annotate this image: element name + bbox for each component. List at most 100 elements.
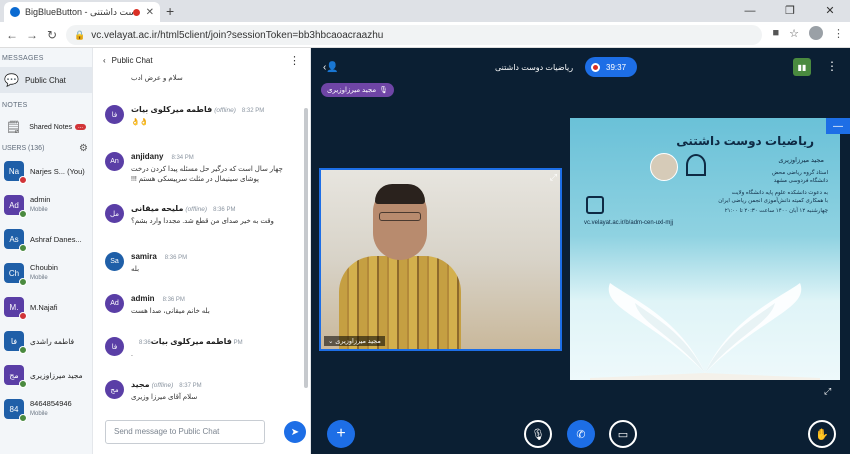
presenter-hair <box>375 184 425 204</box>
minimize-presentation-icon[interactable]: — <box>826 118 850 134</box>
user-list-item[interactable]: As Ashraf Danes... <box>0 222 92 256</box>
hide-chat-chevron-icon[interactable]: ‹ <box>103 56 106 65</box>
actions-plus-button[interactable]: + <box>327 420 355 448</box>
chat-options-icon[interactable]: ⋮ <box>289 54 300 67</box>
minimize-icon[interactable]: — <box>730 0 770 22</box>
reload-icon[interactable]: ↻ <box>42 28 62 42</box>
messages-title: MESSAGES <box>2 55 44 62</box>
browser-tabstrip: BigBlueButton - ریاضیات دوست داشتنی ✕ + … <box>0 0 850 22</box>
user-status-icon <box>19 244 27 252</box>
user-status-icon <box>19 210 27 218</box>
message-avatar: مج <box>105 380 124 399</box>
raise-hand-button[interactable]: ✋ <box>808 420 836 448</box>
message-text: وقت به خیر صدای من قطع شد. مجددا وارد بش… <box>131 218 274 225</box>
url-text: vc.velayat.ac.ir/html5client/join?sessio… <box>91 29 384 41</box>
chat-scrollbar[interactable] <box>304 108 308 388</box>
message-text: سلام آقای میرزا وزیری <box>131 394 198 401</box>
message-time: 8:32 PM <box>241 108 265 114</box>
user-list-item[interactable]: 84 8464854946 Mobile <box>0 392 92 426</box>
browser-tab[interactable]: BigBlueButton - ریاضیات دوست داشتنی ✕ <box>4 2 160 22</box>
forward-icon[interactable]: → <box>22 28 42 42</box>
user-list-item[interactable]: M. M.Najafi <box>0 290 92 324</box>
connection-status-icon[interactable]: ▮▮ <box>793 58 811 76</box>
bbb-app: MESSAGES 💬 Public Chat NOTES 🗒 Shared No… <box>0 48 850 454</box>
notes-unread-badge: ... <box>75 124 87 130</box>
mute-button[interactable]: 🎙 <box>524 420 552 448</box>
message-header: ملیحه میقانی (offline) 8:36 PM <box>131 204 235 213</box>
leave-audio-button[interactable]: ✆ <box>567 420 595 448</box>
users-title: USERS (136) <box>2 145 45 152</box>
user-list-item[interactable]: مج مجید میرزاوزیری <box>0 358 92 392</box>
recording-dot-icon <box>132 8 140 16</box>
user-list-item[interactable]: Ad admin Mobile <box>0 188 92 222</box>
message-header: admin 8:36 PM <box>131 294 185 303</box>
share-webcam-button[interactable]: ▭ <box>609 420 637 448</box>
message-header: فاطمه میرکلوی بیات (offline) 8:32 PM <box>131 105 264 114</box>
speaker-photo <box>650 153 678 181</box>
chat-header: ‹ Public Chat ⋮ <box>93 48 310 72</box>
shared-notes-item[interactable]: 🗒 Shared Notes ... <box>0 109 92 141</box>
slide-line-3: به دعوت دانشکده علوم پایه دانشگاه ولایت <box>731 190 828 196</box>
browser-toolbar: ← → ↻ 🔒 vc.velayat.ac.ir/html5client/joi… <box>0 22 850 48</box>
message-sender: فاطمه میرکلوی بیات <box>150 337 232 346</box>
chat-messages: سلام و عرض ادب فا فاطمه میرکلوی بیات (offli… <box>93 72 311 420</box>
tab-title: BigBlueButton - ریاضیات دوست داشتنی <box>25 6 133 17</box>
public-chat-label: Public Chat <box>24 75 66 85</box>
close-tab-icon[interactable]: ✕ <box>146 7 154 18</box>
user-list-item[interactable]: Na Narjes S... (You) <box>0 154 92 188</box>
message-time: 8:34 PM <box>171 155 194 161</box>
user-status-icon <box>19 346 27 354</box>
toggle-userlist-icon[interactable]: ‹👤 <box>323 62 339 73</box>
velayat-logo-icon <box>586 196 604 214</box>
chat-input[interactable]: Send message to Public Chat <box>105 420 265 444</box>
presentation-area: ‹👤 🎙 مجید میرزاوزیری ریاضیات دوست داشتنی… <box>311 48 850 454</box>
user-avatar: فا <box>4 331 27 354</box>
address-bar[interactable]: 🔒 vc.velayat.ac.ir/html5client/join?sess… <box>66 25 762 45</box>
options-menu-icon[interactable]: ⋮ <box>826 59 838 73</box>
user-name: M.Najafi <box>30 302 58 312</box>
public-chat-item[interactable]: 💬 Public Chat <box>0 67 92 93</box>
presenter-glasses <box>379 212 421 221</box>
message-avatar: مل <box>105 204 124 223</box>
presentation-fullscreen-icon[interactable]: ⤢ <box>824 386 831 397</box>
webcam-video[interactable]: ⤢ مجید میرزاوزیری ⌄ <box>319 168 562 351</box>
bookmark-star-icon[interactable]: ☆ <box>789 27 799 40</box>
message-header: samira 8:36 PM <box>131 252 187 261</box>
user-status-icon <box>19 380 27 388</box>
message-text: سلام و عرض ادب <box>131 75 183 82</box>
browser-menu-icon[interactable]: ⋮ <box>833 27 844 40</box>
profile-avatar[interactable] <box>809 26 823 40</box>
message-text: . <box>131 351 133 358</box>
lock-icon: 🔒 <box>74 29 86 40</box>
message-text: بله <box>131 266 140 273</box>
user-list-item[interactable]: فا فاطمه راشدی <box>0 324 92 358</box>
recording-indicator[interactable]: 39:37 <box>585 57 637 77</box>
message-avatar: An <box>105 152 124 171</box>
maximize-icon[interactable]: ❐ <box>770 0 810 22</box>
heart-book-image <box>590 283 820 380</box>
message-text: چهار سال است که درگیر حل مسئله پیدا کردن… <box>131 166 283 183</box>
new-tab-icon[interactable]: + <box>166 3 174 19</box>
camera-indicator-icon[interactable]: ■ <box>772 27 779 39</box>
webcam-fullscreen-icon[interactable]: ⤢ <box>550 172 557 183</box>
user-list-item[interactable]: Ch Choubin Mobile <box>0 256 92 290</box>
close-window-icon[interactable]: ✕ <box>810 0 850 22</box>
toolbar-actions: ■ ☆ ⋮ <box>772 26 844 40</box>
phone-icon: ✆ <box>576 428 586 441</box>
users-settings-gear-icon[interactable]: ⚙ <box>79 143 88 154</box>
slide-line-4: با همکاری کمیته دانش‌آموزی انجمن ریاضی ا… <box>718 198 828 204</box>
message-time: 8:37 PM <box>179 383 202 389</box>
camera-off-icon: ▭ <box>617 428 629 441</box>
back-icon[interactable]: ← <box>2 28 22 42</box>
user-avatar: Ad <box>4 195 27 218</box>
user-status-icon <box>19 278 27 286</box>
user-avatar: مج <box>4 365 27 388</box>
shared-notes-label: Shared Notes <box>29 123 73 131</box>
send-icon: ➤ <box>290 426 300 438</box>
window-controls: — ❐ ✕ <box>730 0 850 22</box>
chat-panel: ‹ Public Chat ⋮ سلام و عرض ادب فا فاطمه می… <box>93 48 311 454</box>
message-sender: ملیحه میقانی <box>131 204 184 213</box>
send-message-button[interactable]: ➤ <box>284 421 306 443</box>
user-device: Mobile <box>30 411 48 417</box>
user-name: admin Mobile <box>30 194 50 216</box>
